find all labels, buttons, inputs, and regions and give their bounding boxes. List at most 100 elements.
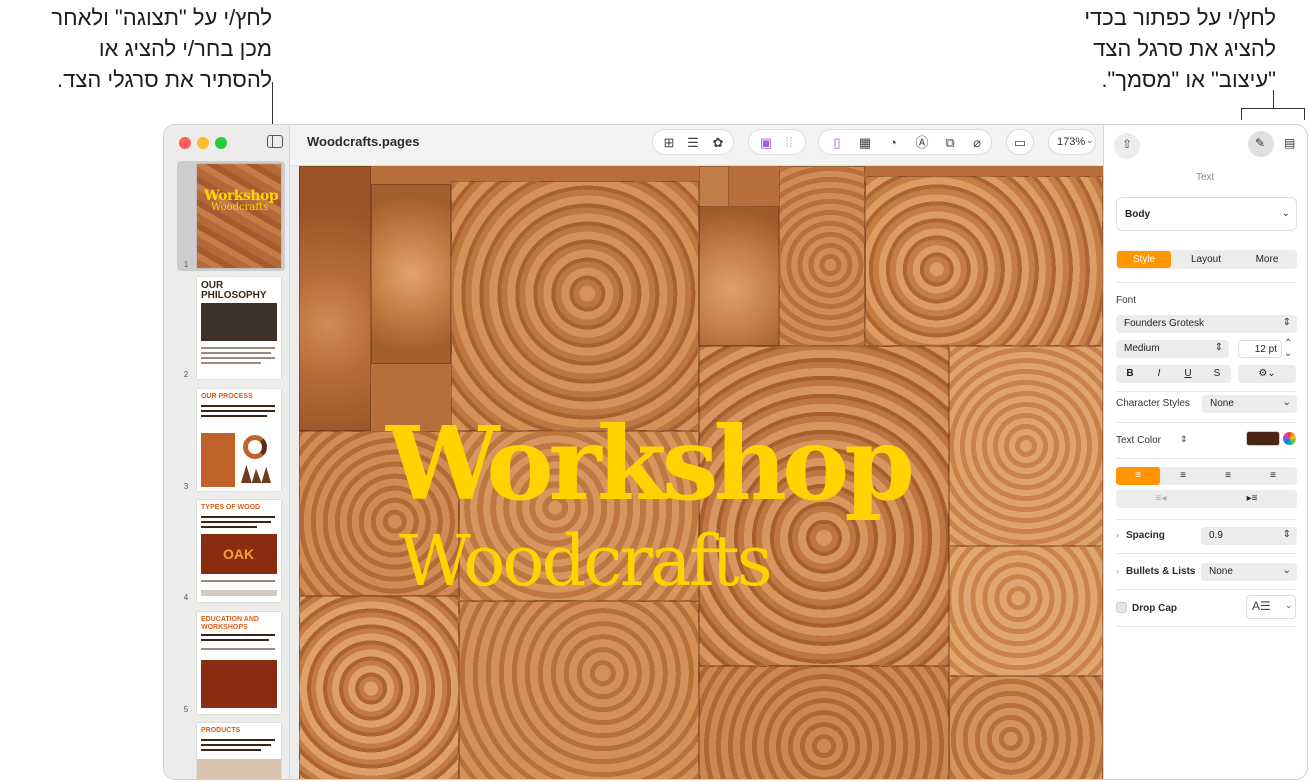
divider (1116, 589, 1296, 590)
chevron-down-icon: ⌄ (1281, 208, 1290, 219)
drop-cap-checkbox[interactable] (1116, 602, 1127, 613)
thumbnail-page-5[interactable]: 5 EDUCATION AND WORKSHOPS (177, 610, 285, 716)
up-down-chevron-icon: ⇕ (1214, 342, 1223, 353)
chart-icon[interactable]: ◔ (885, 136, 901, 150)
font-size-field[interactable]: 12 pt (1238, 340, 1282, 358)
thumbnail-image: OUR PROCESS (197, 389, 281, 491)
document-inspector-button[interactable]: ▤ (1276, 131, 1302, 157)
grid-icon[interactable]: ⁞⁞ (781, 136, 797, 150)
color-wheel-icon[interactable] (1283, 432, 1296, 445)
thumbnail-image: PRODUCTS (197, 723, 281, 779)
format-inspector-button[interactable]: ✎ (1248, 131, 1274, 157)
thumbnail-text-line (201, 739, 275, 741)
comment-icon[interactable]: ▭ (1012, 136, 1028, 150)
share-button[interactable]: ⇧ (1114, 133, 1140, 159)
wood-block (699, 206, 779, 346)
paragraph-style-value: Body (1125, 209, 1150, 220)
add-image-icon[interactable]: ▣ (758, 136, 774, 150)
wood-block (949, 676, 1103, 779)
toolbar-group-objects: ▯ ▦ ◔ Ⓐ ⧉ ⌀ (818, 129, 992, 155)
insert-list-icon[interactable]: ☰ (685, 136, 701, 150)
font-weight-popup[interactable]: Medium ⇕ (1116, 340, 1229, 358)
cover-subtitle[interactable]: Woodcrafts (399, 526, 773, 596)
spacing-popup[interactable]: 0.9 ⇕ (1201, 527, 1297, 545)
minimize-button[interactable] (197, 137, 209, 149)
thumbnail-page-4[interactable]: 4 TYPES OF WOOD OAK (177, 498, 285, 604)
wood-block (949, 346, 1103, 546)
thumbnail-title: TYPES OF WOOD (201, 504, 261, 511)
table-icon[interactable]: ▦ (857, 136, 873, 150)
format-brush-icon[interactable]: ✿ (710, 136, 726, 150)
document-canvas[interactable]: Workshop Woodcrafts (299, 166, 1103, 779)
bullets-lists-value: None (1209, 566, 1233, 577)
shape-icon[interactable]: ⧉ (942, 136, 958, 150)
thumbnail-page-3[interactable]: 3 OUR PROCESS (177, 387, 285, 493)
chevron-down-icon: ⌄ (1285, 600, 1293, 610)
underline-button[interactable]: U (1174, 365, 1202, 383)
callout-inspector-buttons: לחץ/י על כפתור בכדי להציג את סרגל הצד "ע… (1084, 5, 1276, 92)
wood-block (459, 601, 699, 779)
leader-bracket (1241, 108, 1305, 109)
text-options-button[interactable]: ⚙⌄ (1238, 365, 1296, 383)
tab-more[interactable]: More (1240, 251, 1294, 268)
character-styles-popup[interactable]: None ⌄ (1202, 395, 1297, 413)
wood-block (949, 546, 1103, 676)
toolbar-group-comment: ▭ (1006, 129, 1034, 155)
thumbnail-footer-bar (201, 590, 277, 596)
font-family-value: Founders Grotesk (1124, 318, 1205, 329)
close-button[interactable] (179, 137, 191, 149)
italic-button[interactable]: I (1145, 365, 1173, 383)
align-right-button[interactable]: ≡ (1206, 467, 1250, 485)
justify-button[interactable]: ≡ (1251, 467, 1295, 485)
leader-line-right (1273, 90, 1274, 108)
zoom-button[interactable] (215, 137, 227, 149)
strikethrough-button[interactable]: S (1203, 365, 1231, 383)
attachment-icon[interactable]: ⌀ (969, 136, 985, 150)
wood-block (779, 166, 865, 346)
page-number: 4 (183, 593, 189, 602)
toolbar: Woodcrafts.pages ⊞ ☰ ✿ ▣ ⁞⁞ ▯ ▦ ◔ Ⓐ ⧉ ⌀ … (290, 125, 1103, 166)
thumbnail-page-6[interactable]: PRODUCTS (177, 721, 285, 779)
bullets-lists-popup[interactable]: None ⌄ (1201, 563, 1297, 581)
thumbnail-text-line (201, 749, 261, 751)
paragraph-style-popup[interactable]: Body ⌄ (1116, 197, 1297, 231)
sidebar-toggle-icon[interactable] (267, 135, 283, 148)
tab-style[interactable]: Style (1117, 251, 1171, 268)
increase-indent-button[interactable]: ▸≡ (1207, 490, 1297, 508)
up-down-chevron-icon: ⇕ (1282, 529, 1291, 540)
text-box-insert-icon[interactable]: ▯ (829, 136, 845, 150)
thumbnail-text-line (201, 521, 271, 523)
chevron-right-icon[interactable]: › (1116, 530, 1119, 540)
text-color-well[interactable] (1246, 431, 1280, 446)
page-number: 5 (183, 705, 189, 714)
font-family-popup[interactable]: Founders Grotesk ⇕ (1116, 315, 1297, 333)
decrease-indent-button[interactable]: ≡◂ (1116, 490, 1206, 508)
add-page-icon[interactable]: ⊞ (661, 136, 677, 150)
pages-window: 1 Workshop Woodcrafts 2 OUR PHILOSOPHY 3… (163, 124, 1308, 780)
up-down-chevron-icon: ⇕ (1282, 317, 1291, 328)
inspector-tabs: Style Layout More (1116, 250, 1297, 269)
align-left-button[interactable]: ≡ (1116, 467, 1160, 485)
wood-block (299, 166, 371, 431)
thumbnail-page-1[interactable]: 1 Workshop Woodcrafts (177, 161, 285, 271)
zoom-control[interactable]: 173% ⌄ (1048, 129, 1096, 155)
tab-layout[interactable]: Layout (1178, 251, 1234, 268)
bold-button[interactable]: B (1116, 365, 1144, 383)
chevron-down-icon: ⌄ (1282, 565, 1291, 576)
drop-cap-style-popup[interactable]: A☰ ⌄ (1246, 595, 1296, 619)
page-number: 2 (183, 370, 189, 379)
leader-bracket-left (1241, 108, 1242, 120)
toolbar-group-media: ▣ ⁞⁞ (748, 129, 806, 155)
chevron-down-icon: ⌄ (1282, 397, 1291, 408)
thumbnail-trees (241, 465, 271, 483)
thumbnail-page-2[interactable]: 2 OUR PHILOSOPHY (177, 275, 285, 381)
spacing-label[interactable]: Spacing (1126, 530, 1165, 541)
font-size-stepper-icon[interactable]: ⌃ ⌄ (1284, 339, 1292, 359)
cover-title[interactable]: Workshop (386, 413, 915, 514)
text-icon[interactable]: Ⓐ (914, 136, 930, 150)
bullets-lists-label[interactable]: Bullets & Lists (1126, 566, 1195, 577)
chevron-right-icon[interactable]: › (1116, 566, 1119, 576)
align-center-button[interactable]: ≡ (1161, 467, 1205, 485)
thumbnail-title: OUR PHILOSOPHY (201, 280, 267, 301)
divider (1116, 626, 1296, 627)
